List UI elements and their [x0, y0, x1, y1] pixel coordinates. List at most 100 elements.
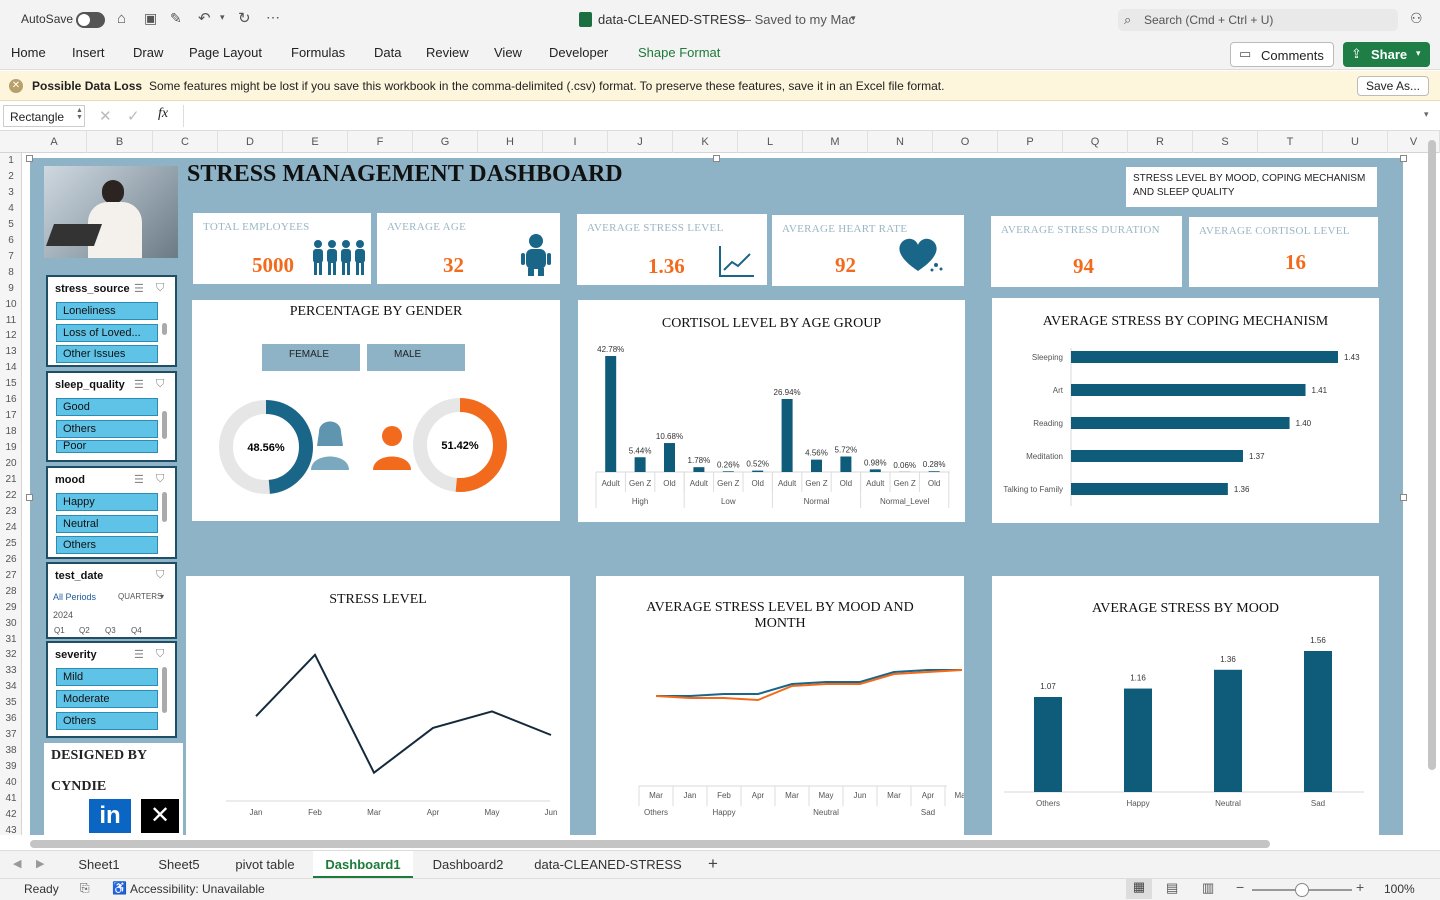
- row-header[interactable]: 32: [0, 647, 21, 663]
- clear-filter-icon[interactable]: ⛉: [156, 282, 164, 295]
- row-header[interactable]: 37: [0, 727, 21, 743]
- row-header[interactable]: 6: [0, 233, 21, 249]
- row-header[interactable]: 38: [0, 743, 21, 759]
- coping-chart[interactable]: AVERAGE STRESS BY COPING MECHANISM Sleep…: [992, 298, 1379, 523]
- column-header[interactable]: F: [348, 131, 413, 153]
- more-icon[interactable]: ⋯: [266, 9, 280, 26]
- save-as-icon[interactable]: ✎: [170, 10, 182, 27]
- multi-select-icon[interactable]: ☰: [134, 648, 144, 661]
- tab-insert[interactable]: Insert: [72, 45, 105, 60]
- autosave-toggle[interactable]: [76, 12, 105, 28]
- row-header[interactable]: 24: [0, 520, 21, 536]
- column-header[interactable]: I: [543, 131, 608, 153]
- row-header[interactable]: 1: [0, 153, 21, 169]
- column-header[interactable]: A: [22, 131, 87, 153]
- column-header[interactable]: D: [218, 131, 283, 153]
- page-layout-icon[interactable]: ▤: [1166, 880, 1178, 896]
- vertical-scrollbar[interactable]: [1428, 140, 1436, 770]
- slicer-severity[interactable]: severity ☰ ⛉ Mild Moderate Others: [46, 641, 177, 738]
- column-header[interactable]: G: [413, 131, 478, 153]
- page-break-icon[interactable]: ▥: [1202, 880, 1214, 896]
- row-header[interactable]: 33: [0, 663, 21, 679]
- period-chevron-icon[interactable]: ▾: [160, 592, 164, 601]
- normal-view-icon[interactable]: ▦: [1126, 879, 1152, 899]
- warning-close-icon[interactable]: ✕: [9, 79, 23, 93]
- tab-review[interactable]: Review: [426, 45, 469, 60]
- home-icon[interactable]: ⌂: [117, 10, 126, 27]
- row-header[interactable]: 35: [0, 695, 21, 711]
- slicer-item[interactable]: Others: [56, 420, 158, 438]
- row-header[interactable]: 21: [0, 472, 21, 488]
- row-header[interactable]: 20: [0, 456, 21, 472]
- row-header[interactable]: 42: [0, 807, 21, 823]
- name-box-stepper-icon[interactable]: ▲ ▼: [76, 107, 83, 121]
- row-header[interactable]: 15: [0, 376, 21, 392]
- title-chevron-icon[interactable]: ▾: [851, 13, 856, 24]
- column-header[interactable]: P: [998, 131, 1063, 153]
- row-header[interactable]: 2: [0, 169, 21, 185]
- column-header[interactable]: L: [738, 131, 803, 153]
- x-twitter-icon[interactable]: ✕: [141, 799, 179, 833]
- row-header[interactable]: 31: [0, 632, 21, 648]
- row-header[interactable]: 9: [0, 281, 21, 297]
- column-header[interactable]: O: [933, 131, 998, 153]
- quarter-q4[interactable]: Q4: [131, 626, 142, 635]
- mood-month-chart[interactable]: AVERAGE STRESS LEVEL BY MOOD AND MONTH M…: [596, 576, 964, 835]
- column-header[interactable]: E: [283, 131, 348, 153]
- enter-icon[interactable]: ✓: [127, 107, 140, 125]
- row-header[interactable]: 3: [0, 185, 21, 201]
- sheet-tab[interactable]: Sheet1: [64, 851, 134, 878]
- row-header[interactable]: 8: [0, 265, 21, 281]
- row-header[interactable]: 36: [0, 711, 21, 727]
- slicer-test-date[interactable]: test_date ⛉ All Periods QUARTERS ▾ 2024 …: [46, 562, 177, 639]
- slicer-item[interactable]: Others: [56, 712, 158, 730]
- row-header[interactable]: 26: [0, 552, 21, 568]
- next-sheet-icon[interactable]: ▶: [36, 857, 44, 870]
- multi-select-icon[interactable]: ☰: [134, 282, 144, 295]
- formula-input[interactable]: [183, 105, 1413, 127]
- row-header[interactable]: 28: [0, 584, 21, 600]
- column-header[interactable]: T: [1258, 131, 1323, 153]
- horizontal-scrollbar[interactable]: [30, 840, 1270, 848]
- row-header[interactable]: 4: [0, 201, 21, 217]
- save-icon[interactable]: ▣: [144, 10, 157, 27]
- sheet-tab[interactable]: Dashboard2: [420, 851, 516, 878]
- row-header[interactable]: 16: [0, 392, 21, 408]
- tab-formulas[interactable]: Formulas: [291, 45, 345, 60]
- sheet-tab-active[interactable]: Dashboard1: [313, 851, 413, 878]
- column-header[interactable]: C: [153, 131, 218, 153]
- sheet-tab[interactable]: pivot table: [222, 851, 308, 878]
- gender-chart[interactable]: PERCENTAGE BY GENDER FEMALE MALE 48.56% 5…: [192, 300, 560, 521]
- slicer-mood[interactable]: mood ☰ ⛉ Happy Neutral Others: [46, 466, 177, 559]
- row-header[interactable]: 13: [0, 344, 21, 360]
- tab-home[interactable]: Home: [11, 45, 46, 60]
- clear-filter-icon[interactable]: ⛉: [156, 648, 164, 661]
- zoom-slider-thumb[interactable]: [1295, 883, 1309, 897]
- row-header[interactable]: 23: [0, 504, 21, 520]
- row-header[interactable]: 30: [0, 616, 21, 632]
- row-header[interactable]: 7: [0, 249, 21, 265]
- slicer-item[interactable]: Others: [56, 536, 158, 554]
- slicer-item[interactable]: Mild: [56, 668, 158, 686]
- slicer-item[interactable]: Poor: [56, 440, 158, 453]
- undo-dropdown-icon[interactable]: ▾: [220, 12, 225, 23]
- slicer-item[interactable]: Loneliness: [56, 302, 158, 320]
- row-header[interactable]: 22: [0, 488, 21, 504]
- slicer-sleep-quality[interactable]: sleep_quality ☰ ⛉ Good Others Poor: [46, 371, 177, 462]
- tab-data[interactable]: Data: [374, 45, 401, 60]
- clear-filter-icon[interactable]: ⛉: [156, 569, 164, 582]
- tab-page-layout[interactable]: Page Layout: [189, 45, 262, 60]
- row-header[interactable]: 43: [0, 823, 21, 835]
- column-header[interactable]: B: [87, 131, 153, 153]
- quarter-q1[interactable]: Q1: [54, 626, 65, 635]
- save-as-button[interactable]: Save As...: [1357, 76, 1429, 96]
- column-header[interactable]: J: [608, 131, 673, 153]
- row-header[interactable]: 40: [0, 775, 21, 791]
- slicer-item[interactable]: Other Issues: [56, 345, 158, 363]
- slicer-scrollbar[interactable]: [162, 492, 167, 522]
- row-header[interactable]: 12: [0, 328, 21, 344]
- column-header[interactable]: M: [803, 131, 868, 153]
- prev-sheet-icon[interactable]: ◀: [13, 857, 21, 870]
- stress-by-mood-chart[interactable]: AVERAGE STRESS BY MOOD 1.07 Others 1.16 Hap…: [992, 576, 1379, 835]
- function-icon[interactable]: fx: [158, 106, 168, 122]
